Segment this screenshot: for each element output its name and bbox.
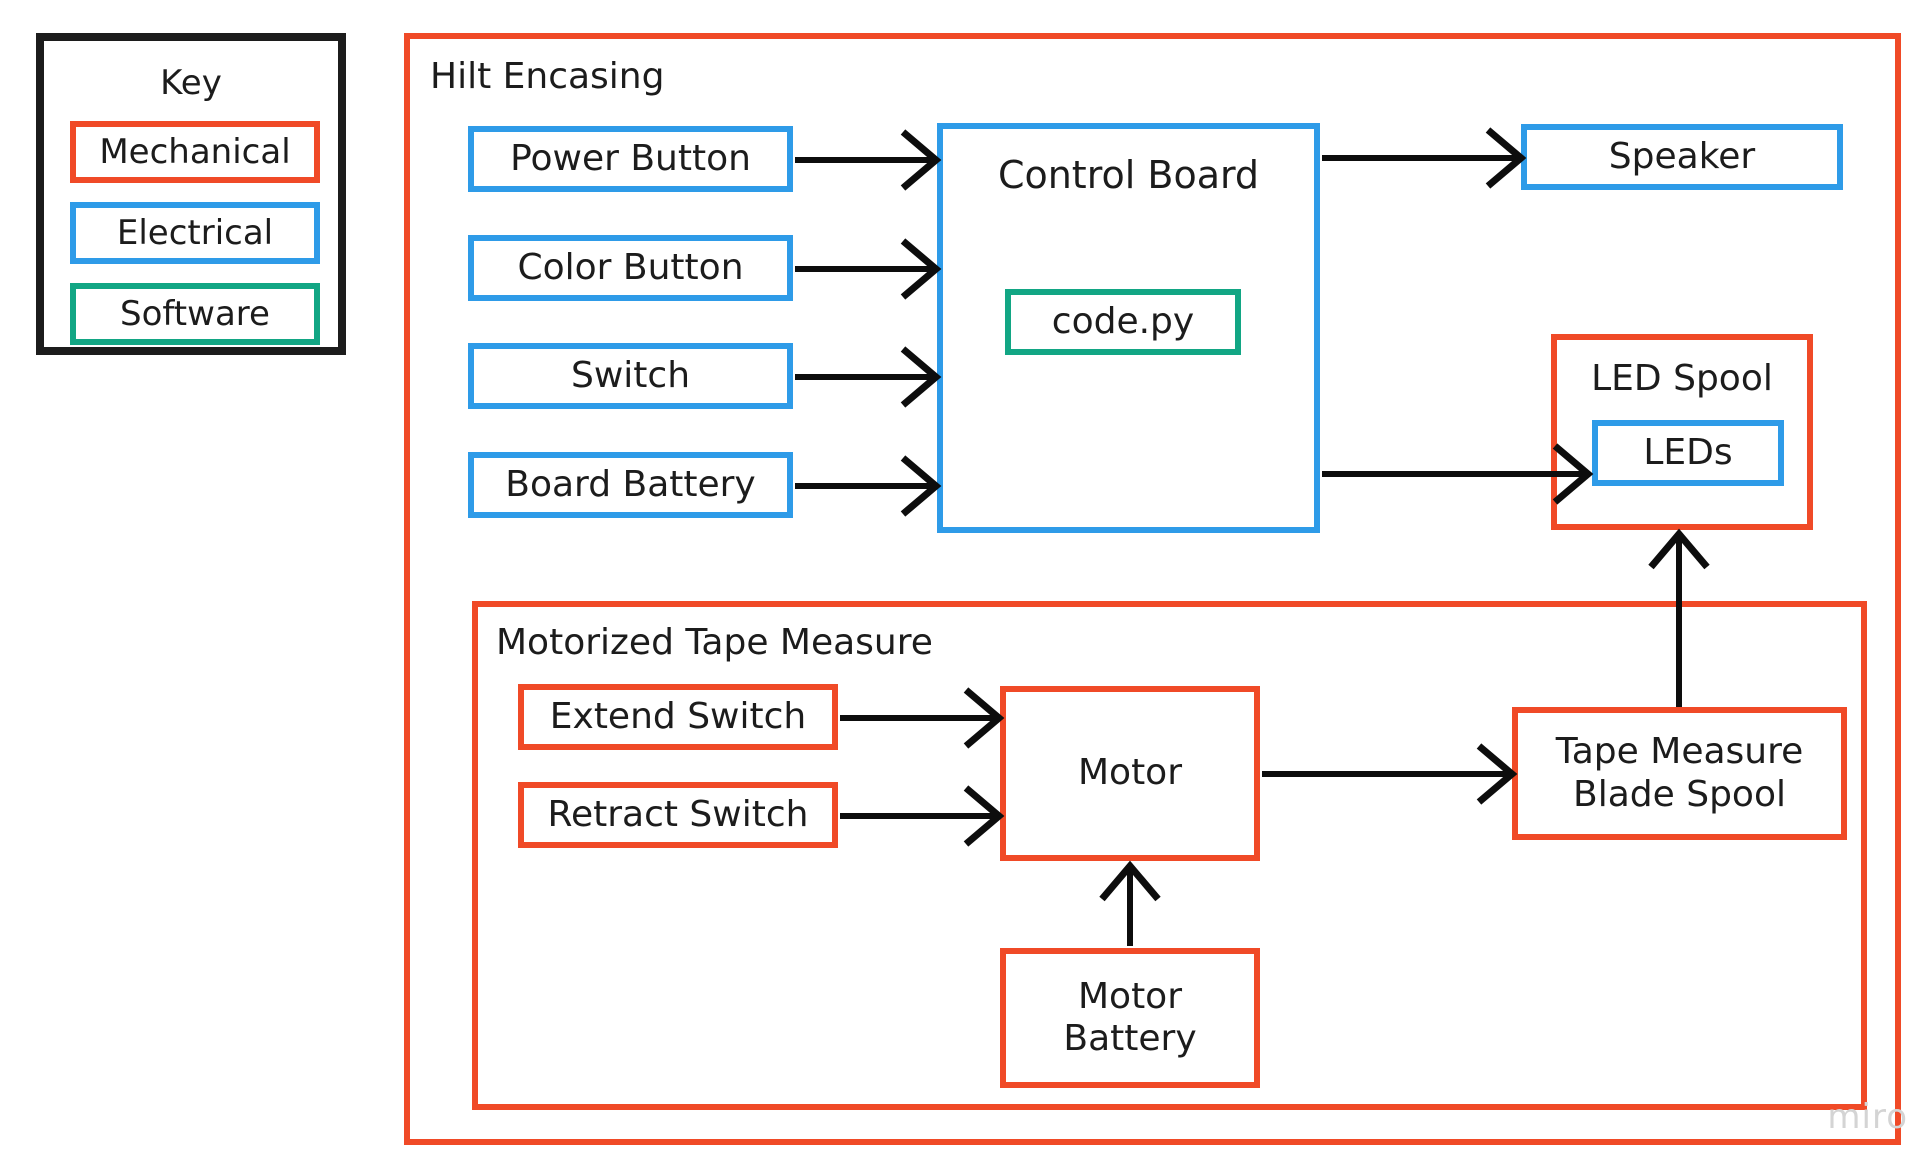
key-title: Key: [160, 63, 222, 103]
node-board-battery[interactable]: Board Battery: [468, 452, 793, 518]
miro-watermark: miro: [1827, 1097, 1908, 1137]
node-color-button-label: Color Button: [517, 246, 744, 288]
node-extend-switch-label: Extend Switch: [549, 695, 807, 737]
node-tape-measure-blade-spool[interactable]: Tape Measure Blade Spool: [1512, 707, 1847, 840]
node-switch[interactable]: Switch: [468, 343, 793, 409]
node-power-button[interactable]: Power Button: [468, 126, 793, 192]
node-retract-switch-label: Retract Switch: [547, 793, 809, 835]
node-switch-label: Switch: [570, 354, 691, 396]
node-motor-battery-label-line2: Battery: [1063, 1018, 1197, 1059]
node-power-button-label: Power Button: [510, 137, 751, 179]
node-speaker[interactable]: Speaker: [1521, 124, 1843, 190]
node-led-spool-label: LED Spool: [1591, 358, 1773, 399]
key-item-software: Software: [70, 283, 320, 345]
key-item-mechanical: Mechanical: [70, 121, 320, 183]
node-blade-spool-label-line1: Tape Measure: [1555, 731, 1804, 773]
hilt-encasing-title: Hilt Encasing: [430, 56, 665, 97]
diagram-canvas: Key Mechanical Electrical Software Hilt …: [0, 0, 1930, 1165]
node-motor-battery-label-line1: Motor: [1077, 975, 1183, 1017]
node-color-button[interactable]: Color Button: [468, 235, 793, 301]
key-panel: Key Mechanical Electrical Software: [36, 33, 346, 355]
node-code-py-label: code.py: [1051, 300, 1195, 342]
node-control-board-label: Control Board: [997, 153, 1260, 197]
key-item-mechanical-label: Mechanical: [99, 131, 291, 172]
key-item-electrical-label: Electrical: [116, 212, 274, 253]
motorized-tape-measure-title: Motorized Tape Measure: [496, 622, 933, 663]
node-board-battery-label: Board Battery: [505, 463, 756, 505]
node-motor-label: Motor: [1077, 752, 1183, 794]
key-item-software-label: Software: [120, 293, 270, 334]
node-code-py[interactable]: code.py: [1005, 289, 1241, 355]
node-speaker-label: Speaker: [1608, 135, 1756, 177]
node-motor-battery[interactable]: Motor Battery: [1000, 948, 1260, 1088]
node-leds-label: LEDs: [1643, 431, 1733, 473]
node-motor[interactable]: Motor: [1000, 686, 1260, 861]
node-extend-switch[interactable]: Extend Switch: [518, 684, 838, 750]
node-led-spool[interactable]: LED Spool LEDs: [1551, 334, 1813, 530]
node-control-board[interactable]: Control Board code.py: [937, 123, 1320, 533]
node-blade-spool-label-line2: Blade Spool: [1573, 773, 1786, 815]
node-leds[interactable]: LEDs: [1592, 420, 1784, 486]
node-retract-switch[interactable]: Retract Switch: [518, 782, 838, 848]
key-item-electrical: Electrical: [70, 202, 320, 264]
